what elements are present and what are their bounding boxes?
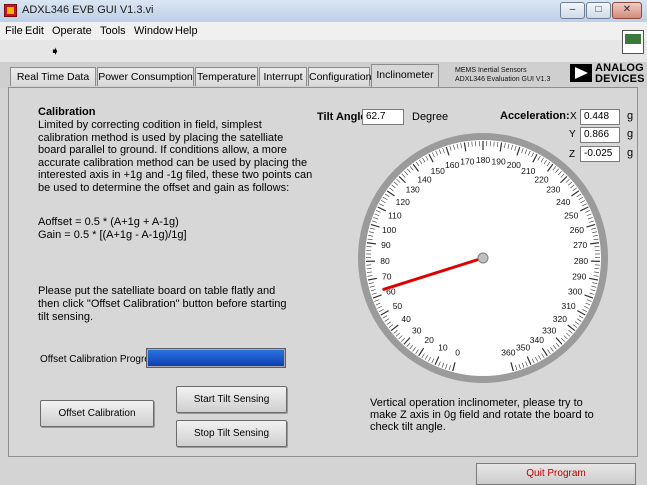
gauge-label: 300 — [568, 287, 582, 297]
menu-operate[interactable]: Operate — [52, 25, 92, 37]
gauge-label: 40 — [401, 314, 411, 324]
tilt-angle-value: 62.7 — [362, 109, 404, 125]
app-icon — [4, 4, 17, 17]
offset-calibration-progress-bar — [146, 348, 286, 368]
menu-window[interactable]: Window — [134, 25, 173, 37]
gauge-label: 350 — [516, 342, 530, 352]
vertical-operation-note: Vertical operation inclinometer, please … — [370, 397, 594, 433]
offset-formula: Aoffset = 0.5 * (A+1g + A-1g) — [38, 216, 179, 228]
progress-fill — [148, 350, 284, 366]
gauge-hub — [477, 252, 489, 264]
menu-bar: File Edit Operate Tools Window Help — [0, 22, 647, 40]
tab-temperature[interactable]: Temperature — [195, 67, 258, 86]
gauge-label: 340 — [530, 335, 544, 345]
analog-devices-logo: ANALOG DEVICES — [595, 63, 645, 85]
gauge-label: 260 — [570, 225, 584, 235]
gauge-label: 270 — [573, 240, 587, 250]
gauge-label: 180 — [476, 155, 490, 165]
tab-power-consumption[interactable]: Power Consumption — [97, 67, 194, 86]
tab-real-time-data[interactable]: Real Time Data — [10, 67, 96, 86]
gauge-label: 280 — [574, 256, 588, 266]
logo-line2: DEVICES — [595, 73, 645, 85]
gauge-label: 130 — [406, 185, 420, 195]
minimize-button[interactable]: – — [560, 2, 585, 19]
branding-line2: ADXL346 Evaluation GUI V1.3 — [455, 76, 551, 83]
tab-configuration[interactable]: Configuration — [308, 67, 371, 86]
accel-z-unit: g — [627, 147, 634, 159]
accel-y-unit: g — [627, 128, 634, 140]
accel-x-value: 0.448 — [580, 109, 620, 125]
title-bar: ADXL346 EVB GUI V1.3.vi – □ ✕ — [0, 0, 647, 23]
gauge-label: 240 — [556, 197, 570, 207]
accel-x-label: X — [570, 111, 577, 122]
gauge-label: 100 — [382, 225, 396, 235]
run-arrow-icon[interactable]: ➧ — [50, 44, 60, 58]
gauge-label: 20 — [424, 335, 434, 345]
gauge-label: 90 — [381, 240, 391, 250]
calibration-description: Limited by correcting codition in field,… — [38, 119, 313, 194]
calibration-instruction: Please put the satelliate board on table… — [38, 285, 287, 323]
gauge-label: 220 — [534, 174, 548, 184]
gauge-label: 120 — [396, 197, 410, 207]
tilt-angle-unit: Degree — [412, 111, 449, 123]
start-tilt-sensing-button[interactable]: Start Tilt Sensing — [176, 386, 287, 413]
gauge-label: 30 — [412, 325, 422, 335]
accel-x-unit: g — [627, 110, 634, 122]
gauge-label: 10 — [438, 342, 448, 352]
gauge-label: 150 — [431, 166, 445, 176]
branding-line1: MEMS Inertial Sensors — [455, 67, 527, 74]
gauge-label: 200 — [507, 160, 521, 170]
gauge-label: 110 — [388, 210, 402, 220]
quit-program-button[interactable]: Quit Program — [476, 463, 636, 485]
gauge-label: 290 — [572, 271, 586, 281]
menu-edit[interactable]: Edit — [25, 25, 44, 37]
gauge-label: 170 — [460, 156, 474, 166]
maximize-button[interactable]: □ — [586, 2, 611, 19]
close-button[interactable]: ✕ — [612, 2, 642, 19]
calibration-title: Calibration — [38, 106, 96, 118]
branding-text: MEMS Inertial Sensors ADXL346 Evaluation… — [455, 66, 550, 84]
menu-help[interactable]: Help — [175, 25, 198, 37]
acceleration-label: Acceleration: — [500, 110, 570, 122]
gauge-label: 80 — [380, 256, 390, 266]
gain-formula: Gain = 0.5 * [(A+1g - A-1g)/1g] — [38, 229, 187, 241]
window-title: ADXL346 EVB GUI V1.3.vi — [22, 4, 154, 16]
tilt-gauge: 0102030405060708090100110120130140150160… — [358, 133, 608, 383]
gauge-label: 360 — [501, 348, 515, 358]
menu-file[interactable]: File — [5, 25, 23, 37]
tab-interrupt[interactable]: Interrupt — [259, 67, 307, 86]
vi-icon — [622, 30, 644, 54]
gauge-label: 330 — [542, 325, 556, 335]
gauge-label: 310 — [561, 301, 575, 311]
analog-devices-logo-icon — [570, 64, 592, 82]
menu-tools[interactable]: Tools — [100, 25, 126, 37]
gauge-label: 250 — [564, 210, 578, 220]
tab-inclinometer[interactable]: Inclinometer — [371, 64, 439, 87]
offset-calibration-button[interactable]: Offset Calibration — [40, 400, 154, 427]
toolbar: ➧ — [0, 40, 647, 63]
gauge-label: 160 — [445, 160, 459, 170]
stop-tilt-sensing-button[interactable]: Stop Tilt Sensing — [176, 420, 287, 447]
gauge-label: 320 — [553, 314, 567, 324]
gauge-label: 0 — [455, 348, 460, 358]
gauge-label: 230 — [546, 185, 560, 195]
gauge-label: 70 — [382, 271, 392, 281]
progress-label: Offset Calibration Progress — [40, 354, 160, 365]
gauge-label: 50 — [393, 301, 403, 311]
gauge-label: 190 — [492, 156, 506, 166]
